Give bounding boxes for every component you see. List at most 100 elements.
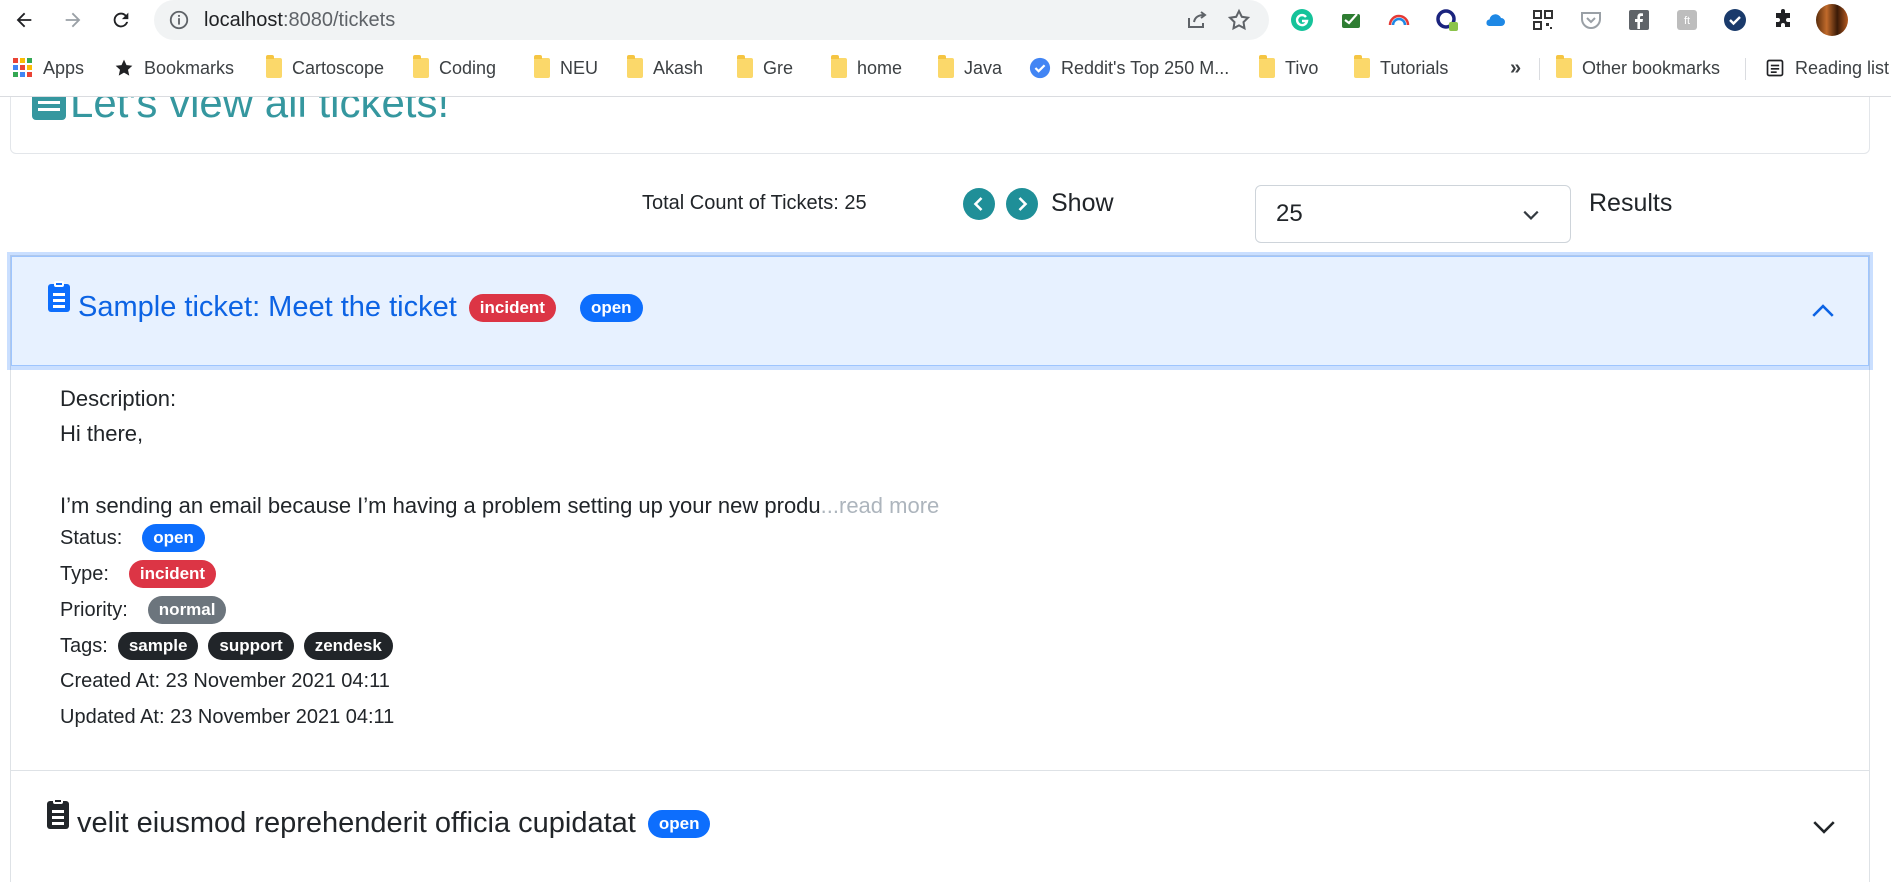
chevron-right-icon — [1018, 197, 1028, 211]
qr-code-extension-icon[interactable] — [1530, 7, 1556, 33]
bookmark-gre[interactable]: Gre — [737, 55, 793, 81]
ft-extension-icon[interactable]: ft — [1674, 7, 1700, 33]
page-size-value: 25 — [1276, 200, 1303, 227]
page-content: Let's view all tickets! Total Count of T… — [0, 97, 1891, 882]
svg-text:ft: ft — [1684, 15, 1690, 27]
bookmarks-divider — [1745, 58, 1746, 80]
bookmarks-overflow-button[interactable]: » — [1510, 55, 1521, 81]
read-more-link[interactable]: ...read more — [821, 493, 940, 519]
pixel-extension-icon[interactable] — [1434, 7, 1460, 33]
tag-badge: zendesk — [303, 632, 393, 660]
created-at: Created At: 23 November 2021 04:11 — [60, 670, 390, 692]
clipboard-list-icon — [47, 798, 69, 829]
forward-button[interactable] — [59, 6, 87, 34]
total-count: Total Count of Tickets: 25 — [642, 192, 867, 214]
url-text[interactable]: localhost:8080/tickets — [204, 9, 395, 32]
chevron-left-icon — [973, 197, 983, 211]
facebook-extension-icon[interactable] — [1626, 7, 1652, 33]
ticket-title: Sample ticket: Meet the ticket incident … — [78, 291, 643, 324]
folder-icon — [534, 55, 550, 78]
previous-page-button[interactable] — [963, 188, 995, 220]
arrow-right-icon — [65, 12, 81, 28]
type-label: Type: — [60, 562, 109, 585]
bookmark-apps[interactable]: Apps — [13, 55, 84, 81]
ticket-header[interactable]: Sample ticket: Meet the ticket incident … — [11, 256, 1869, 366]
reload-button[interactable] — [107, 6, 135, 34]
description-line-1: Hi there, — [60, 421, 144, 446]
bookmark-tutorials[interactable]: Tutorials — [1354, 55, 1448, 81]
url-host: localhost — [204, 9, 283, 31]
bookmark-bookmarks[interactable]: Bookmarks — [114, 55, 234, 81]
bookmark-neu[interactable]: NEU — [534, 55, 598, 81]
folder-icon — [831, 55, 847, 78]
puzzle-extensions-icon[interactable] — [1770, 7, 1796, 33]
tag-badge: sample — [117, 632, 199, 660]
chevron-up-icon[interactable] — [1810, 298, 1836, 324]
grammarly-extension-icon[interactable] — [1289, 7, 1315, 33]
folder-icon — [1259, 55, 1275, 78]
page-size-select[interactable]: 25 — [1255, 185, 1571, 243]
bookmark-label: Bookmarks — [144, 57, 235, 78]
chevron-down-icon — [1523, 210, 1539, 220]
priority-badge: normal — [147, 596, 227, 624]
description-text: I’m sending an email because I’m having … — [60, 493, 821, 518]
bookmark-label: Tivo — [1285, 57, 1319, 78]
status-badge: open — [647, 809, 711, 838]
reading-list-icon — [1766, 59, 1784, 77]
bookmark-label: home — [857, 57, 903, 78]
tags-label: Tags: — [60, 634, 108, 657]
share-icon[interactable] — [1185, 8, 1209, 32]
page-title: Let's view all tickets! — [32, 97, 449, 127]
folder-icon — [266, 55, 282, 78]
folder-icon — [1354, 55, 1370, 78]
type-badge: incident — [468, 293, 556, 322]
updated-at: Updated At: 23 November 2021 04:11 — [60, 706, 395, 728]
description-label: Description: — [60, 386, 177, 411]
rainbow-extension-icon[interactable] — [1386, 7, 1412, 33]
bookmark-other[interactable]: Other bookmarks — [1556, 55, 1720, 81]
list-icon — [32, 97, 66, 120]
info-icon[interactable] — [168, 9, 190, 31]
page-title-text: Let's view all tickets! — [70, 97, 450, 126]
address-bar[interactable]: localhost:8080/tickets — [154, 0, 1269, 40]
bookmark-label: Apps — [43, 57, 85, 78]
folder-icon — [627, 55, 643, 78]
mail-extension-icon[interactable] — [1338, 7, 1364, 33]
bookmark-label: Akash — [653, 57, 704, 78]
ticket-accordion-item: velit eiusmod reprehenderit officia cupi… — [10, 770, 1870, 882]
profile-avatar[interactable] — [1816, 4, 1848, 36]
ticket-title-text: Sample ticket: Meet the ticket — [78, 291, 457, 323]
ticket-title: velit eiusmod reprehenderit officia cupi… — [77, 807, 711, 840]
status-badge: open — [142, 524, 205, 552]
arrow-left-icon — [16, 12, 32, 28]
bookmark-home[interactable]: home — [831, 55, 902, 81]
ticket-header[interactable]: velit eiusmod reprehenderit officia cupi… — [11, 771, 1869, 879]
description-line-2: I’m sending an email because I’m having … — [60, 493, 939, 519]
bookmark-label: Other bookmarks — [1582, 57, 1721, 78]
bookmark-akash[interactable]: Akash — [627, 55, 703, 81]
bookmark-label: Coding — [439, 57, 497, 78]
apps-grid-icon — [13, 58, 32, 77]
bookmark-label: Java — [964, 57, 1003, 78]
chevron-down-icon[interactable] — [1811, 814, 1837, 840]
checkmark-extension-icon[interactable] — [1722, 7, 1748, 33]
star-bookmark-icon[interactable] — [1227, 8, 1251, 32]
pocket-extension-icon[interactable] — [1578, 7, 1604, 33]
bookmark-java[interactable]: Java — [938, 55, 1002, 81]
folder-icon — [1556, 55, 1572, 78]
status-field: Status: open — [60, 524, 205, 552]
bookmark-reddit[interactable]: Reddit's Top 250 M... — [1029, 55, 1229, 81]
bookmark-coding[interactable]: Coding — [413, 55, 496, 81]
status-label: Status: — [60, 526, 123, 549]
back-button[interactable] — [10, 6, 38, 34]
cloud-extension-icon[interactable] — [1482, 7, 1508, 33]
bookmark-tivo[interactable]: Tivo — [1259, 55, 1318, 81]
priority-label: Priority: — [60, 598, 128, 621]
next-page-button[interactable] — [1006, 188, 1038, 220]
url-path: :8080/tickets — [282, 9, 396, 31]
tag-badge: support — [208, 632, 294, 660]
type-badge: incident — [128, 560, 217, 588]
clipboard-list-icon — [48, 281, 70, 312]
bookmark-reading-list[interactable]: Reading list — [1765, 55, 1889, 81]
bookmark-cartoscope[interactable]: Cartoscope — [266, 55, 384, 81]
